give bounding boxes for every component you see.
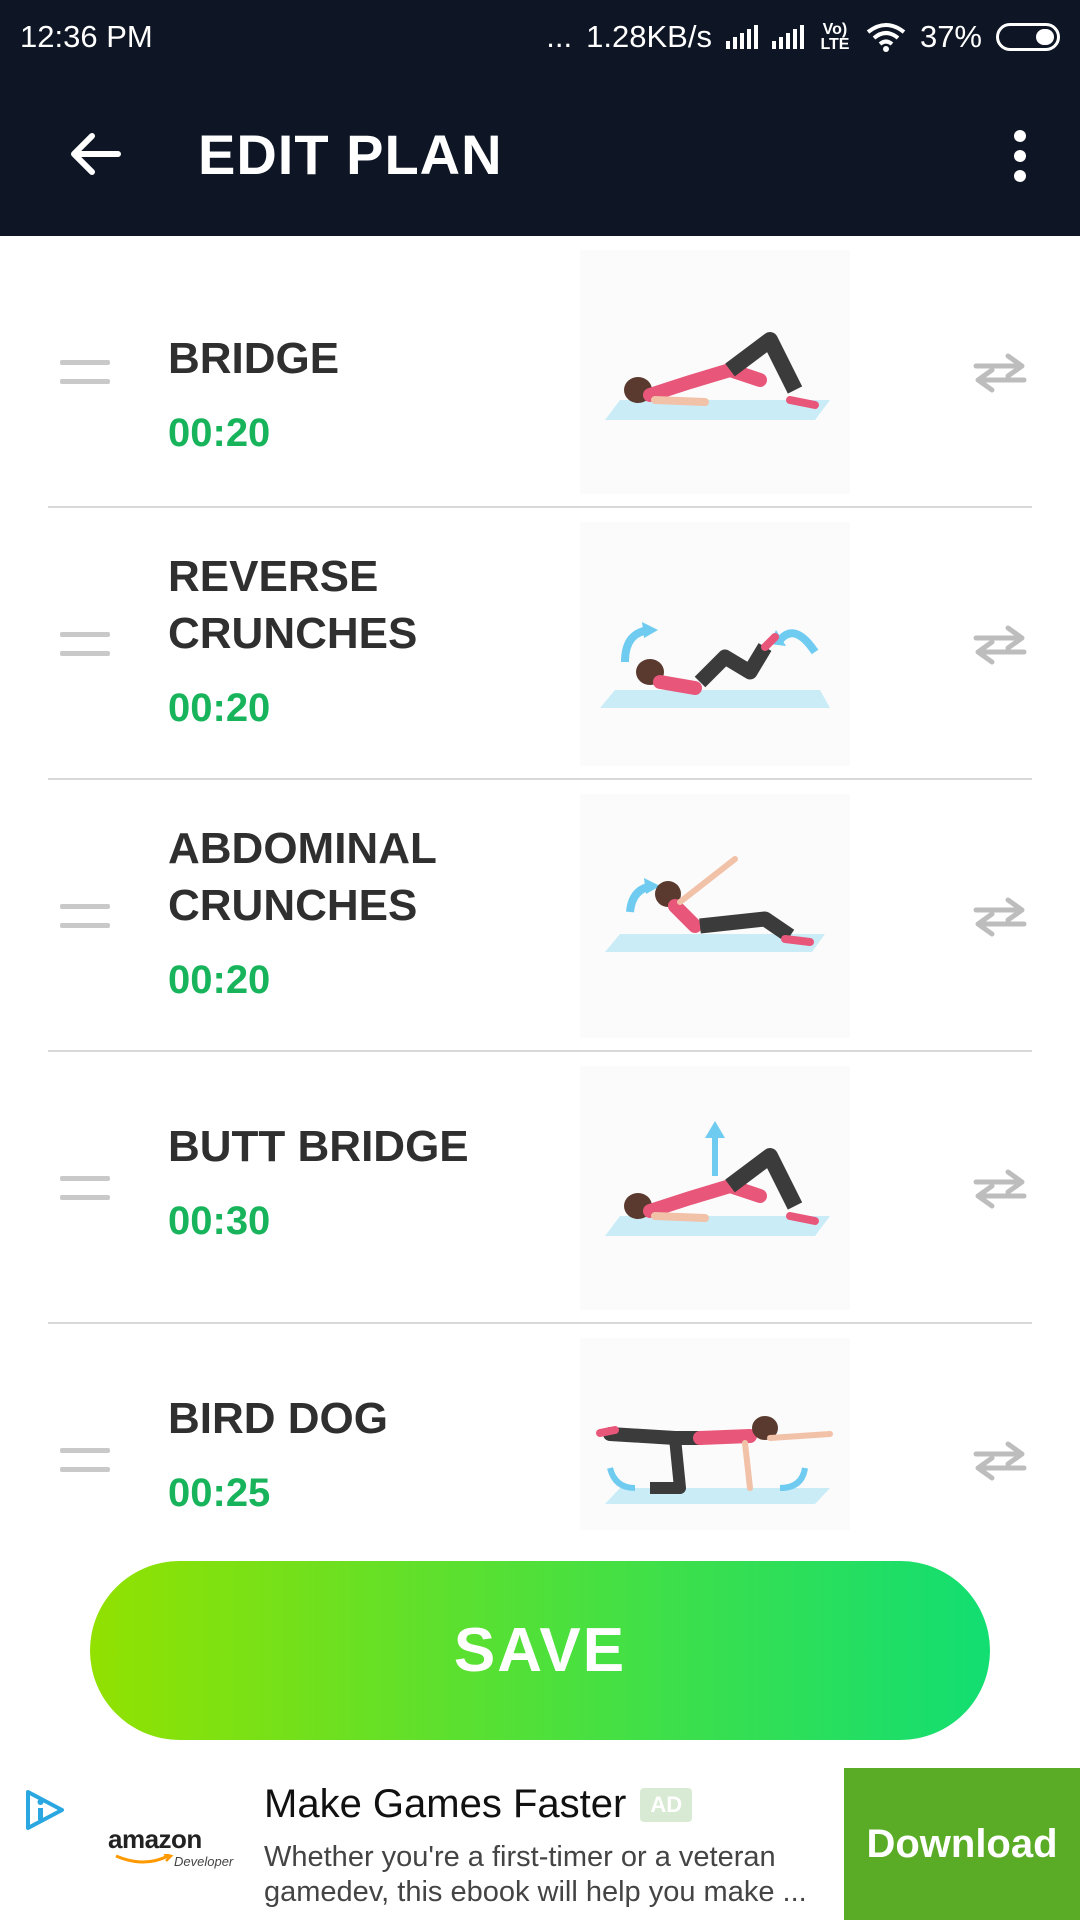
drag-handle-icon[interactable]: [60, 1448, 110, 1472]
exercise-duration: 00:25: [168, 1471, 271, 1515]
exercise-duration: 00:20: [168, 411, 271, 455]
download-button[interactable]: Download: [844, 1768, 1080, 1920]
signal-icon: [725, 25, 758, 49]
status-dots: ...: [546, 19, 573, 54]
signal-icon: [771, 25, 804, 49]
exercise-row[interactable]: BRIDGE 00:20: [0, 236, 1080, 508]
swap-icon[interactable]: [970, 1166, 1030, 1210]
ad-badge: AD: [640, 1787, 693, 1822]
exercise-row[interactable]: REVERSE CRUNCHES 00:20: [0, 508, 1080, 780]
ad-banner[interactable]: amazon Developer Make Games Faster AD Wh…: [0, 1768, 1080, 1920]
exercise-name: BRIDGE: [168, 334, 340, 383]
page-title: EDIT PLAN: [198, 123, 503, 186]
drag-handle-icon[interactable]: [60, 1176, 110, 1200]
status-time: 12:36 PM: [20, 19, 153, 54]
more-vertical-icon: [1014, 130, 1026, 142]
status-bar: 12:36 PM ... 1.28KB/s Vo) LTE 37%: [0, 0, 1080, 74]
advertiser-logo: amazon Developer: [108, 1824, 238, 1884]
status-icons: ... 1.28KB/s Vo) LTE 37%: [546, 19, 1060, 55]
ad-title: Make Games Faster AD: [264, 1782, 693, 1827]
ad-description: Whether you're a first-timer or a vetera…: [264, 1841, 807, 1908]
wifi-icon: [866, 23, 906, 52]
exercise-illustration: [580, 250, 850, 494]
exercise-row[interactable]: BIRD DOG 00:25: [0, 1324, 1080, 1530]
battery-icon: [996, 23, 1060, 51]
back-button[interactable]: [68, 124, 148, 184]
drag-handle-icon[interactable]: [60, 904, 110, 928]
swap-icon[interactable]: [970, 622, 1030, 666]
volte-icon: Vo) LTE: [820, 21, 850, 53]
exercise-illustration: [580, 794, 850, 1038]
brand-subtitle: Developer: [174, 1854, 234, 1869]
swap-icon[interactable]: [970, 350, 1030, 394]
exercise-illustration: [580, 1338, 850, 1530]
exercise-duration: 00:20: [168, 958, 271, 1002]
exercise-duration: 00:30: [168, 1199, 271, 1243]
battery-percent: 37%: [919, 19, 982, 54]
exercise-name: BUTT BRIDGE: [168, 1122, 469, 1171]
exercise-list[interactable]: BRIDGE 00:20 REVERSE CRUNCHES 00:20 ABDO…: [0, 236, 1080, 1530]
drag-handle-icon[interactable]: [60, 632, 110, 656]
exercise-illustration: [580, 522, 850, 766]
exercise-row[interactable]: ABDOMINAL CRUNCHES 00:20: [0, 780, 1080, 1052]
exercise-illustration: [580, 1066, 850, 1310]
exercise-name: BIRD DOG: [168, 1394, 388, 1443]
more-options-button[interactable]: [1000, 116, 1040, 196]
adchoices-icon[interactable]: [22, 1788, 66, 1832]
exercise-row[interactable]: BUTT BRIDGE 00:30: [0, 1052, 1080, 1324]
exercise-duration: 00:20: [168, 686, 271, 730]
brand-name: amazon: [108, 1824, 202, 1854]
save-button[interactable]: SAVE: [90, 1561, 990, 1740]
smile-icon: [115, 1854, 174, 1864]
network-speed: 1.28KB/s: [586, 19, 712, 54]
arrow-left-icon: [71, 133, 121, 175]
drag-handle-icon[interactable]: [60, 360, 110, 384]
swap-icon[interactable]: [970, 1438, 1030, 1482]
exercise-name: REVERSE CRUNCHES: [168, 552, 418, 658]
ad-title-text: Make Games Faster: [264, 1782, 627, 1826]
swap-icon[interactable]: [970, 894, 1030, 938]
exercise-name: ABDOMINAL CRUNCHES: [168, 824, 437, 930]
top-bar: 12:36 PM ... 1.28KB/s Vo) LTE 37% EDIT P…: [0, 0, 1080, 236]
app-bar: EDIT PLAN: [0, 74, 1080, 236]
